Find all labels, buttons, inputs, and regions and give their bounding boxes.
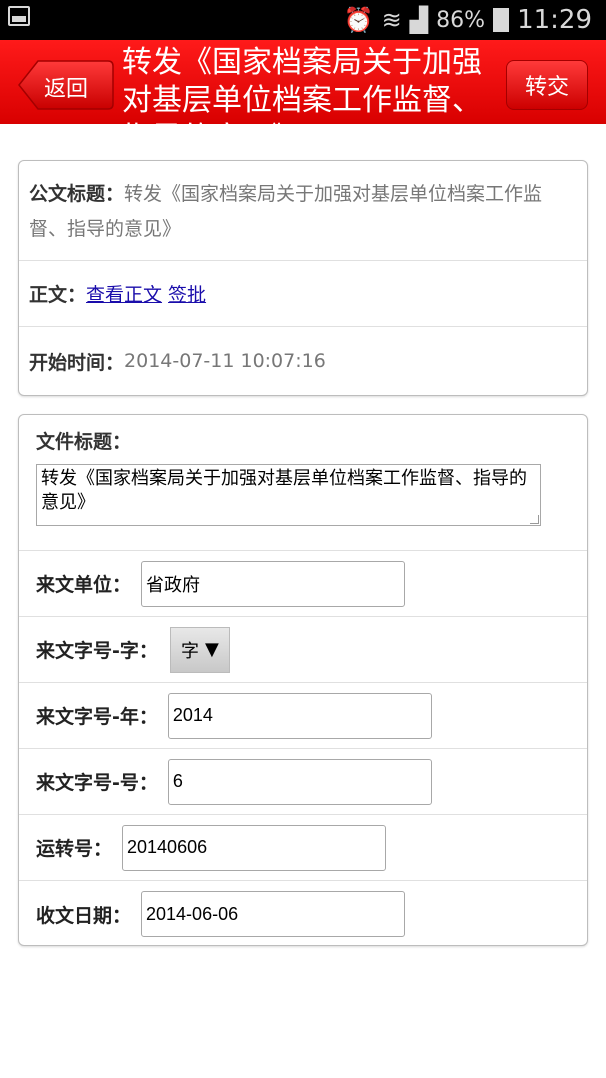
page-title: 转发《国家档案局关于加强对基层单位档案工作监督、指导的意见》	[122, 45, 482, 124]
doc-body-label: 正文：	[29, 284, 87, 306]
back-button-label: 返回	[44, 77, 89, 102]
back-button[interactable]: 返回	[18, 60, 114, 110]
battery-percent: 86%	[436, 7, 486, 33]
dropdown-arrow-icon: ▼	[204, 639, 219, 660]
clock: 11:29	[517, 5, 592, 35]
doc-year-input[interactable]: 2014	[167, 692, 432, 739]
gallery-notification-icon	[8, 6, 30, 26]
doc-num-label: 来文字号-号：	[36, 772, 158, 794]
alarm-icon: ⏰	[343, 6, 374, 34]
view-body-link[interactable]: 查看正文	[86, 280, 162, 307]
source-unit-input[interactable]: 省政府	[141, 560, 406, 607]
receive-date-input[interactable]: 2014-06-06	[141, 891, 406, 937]
start-time-value: 2014-07-11 10:07:16	[124, 350, 326, 372]
doc-body-row: 正文： 查看正文 签批	[19, 261, 587, 327]
approve-link[interactable]: 签批	[168, 280, 206, 307]
doc-year-label: 来文字号-年：	[36, 706, 158, 728]
battery-icon	[493, 8, 510, 32]
file-title-textarea[interactable]: 转发《国家档案局关于加强对基层单位档案工作监督、指导的意见》	[36, 464, 541, 526]
doc-char-label: 来文字号-字：	[36, 640, 158, 662]
file-title-row: 文件标题： 转发《国家档案局关于加强对基层单位档案工作监督、指导的意见》	[19, 415, 587, 551]
doc-title-row: 公文标题：转发《国家档案局关于加强对基层单位档案工作监督、指导的意见》	[19, 161, 587, 261]
document-info-panel: 公文标题：转发《国家档案局关于加强对基层单位档案工作监督、指导的意见》 正文： …	[18, 160, 588, 396]
wifi-icon: ≋	[381, 6, 402, 34]
transfer-no-row: 运转号： 20140606	[19, 815, 587, 881]
doc-title-label: 公文标题：	[29, 183, 125, 205]
document-form-panel: 文件标题： 转发《国家档案局关于加强对基层单位档案工作监督、指导的意见》 来文单…	[18, 414, 588, 946]
file-title-label: 文件标题：	[36, 431, 132, 453]
signal-icon: ▟	[409, 6, 429, 34]
doc-char-row: 来文字号-字： 字 ▼	[19, 617, 587, 683]
doc-num-input[interactable]: 6	[167, 758, 432, 805]
forward-button[interactable]: 转交	[506, 60, 588, 110]
doc-char-select[interactable]: 字 ▼	[169, 626, 230, 673]
status-icons: ⏰ ≋ ▟ 86% 11:29	[344, 0, 592, 40]
doc-num-row: 来文字号-号： 6	[19, 749, 587, 815]
receive-date-row: 收文日期： 2014-06-06	[19, 881, 587, 947]
start-time-row: 开始时间： 2014-07-11 10:07:16	[19, 327, 587, 395]
source-unit-label: 来文单位：	[36, 574, 132, 596]
doc-year-row: 来文字号-年： 2014	[19, 683, 587, 749]
transfer-no-label: 运转号：	[36, 838, 113, 860]
start-time-label: 开始时间：	[29, 351, 125, 374]
receive-date-label: 收文日期：	[36, 904, 132, 927]
transfer-no-input[interactable]: 20140606	[122, 824, 387, 871]
source-unit-row: 来文单位： 省政府	[19, 551, 587, 617]
status-bar: ⏰ ≋ ▟ 86% 11:29	[0, 0, 606, 40]
doc-char-select-value: 字	[180, 640, 199, 662]
header-bar: 返回 转发《国家档案局关于加强对基层单位档案工作监督、指导的意见》 转交	[0, 40, 606, 124]
